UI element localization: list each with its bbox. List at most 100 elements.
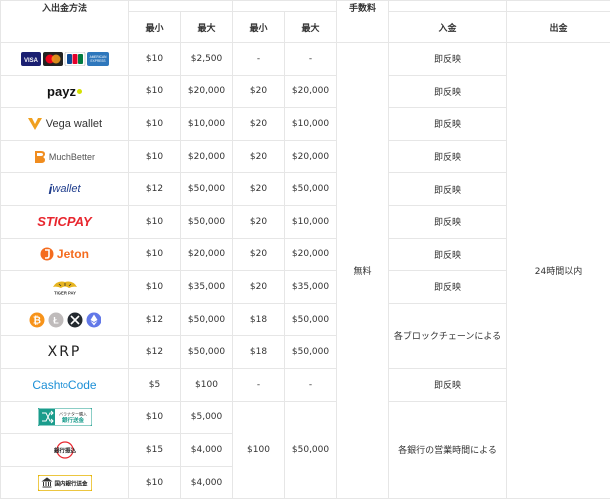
deposit-max: $4,000 — [181, 466, 233, 499]
withdraw-min: - — [233, 368, 285, 401]
domestic-bank-logo: 国内銀行送金 — [1, 466, 129, 499]
jeton-logo: Jeton — [1, 238, 129, 271]
jeton-icon — [40, 247, 54, 261]
header-method: 入出金方法 — [1, 1, 129, 43]
deposit-time: 即反映 — [389, 108, 507, 141]
deposit-time: 即反映 — [389, 238, 507, 271]
deposit-time: 即反映 — [389, 271, 507, 304]
crypto-deposit-time: 各ブロックチェーンによる — [389, 303, 507, 368]
litecoin-icon: Ł — [48, 312, 63, 327]
header-withdraw-time-top — [507, 1, 610, 12]
deposit-min: $10 — [129, 75, 181, 108]
withdraw-min: - — [233, 43, 285, 76]
bank-furikomi-icon: 銀行振込 — [47, 441, 83, 459]
crypto-logos: ₿ Ł — [1, 303, 129, 336]
withdraw-min: $20 — [233, 173, 285, 206]
svg-text:Ł: Ł — [53, 315, 59, 325]
svg-text:国内銀行送金: 国内銀行送金 — [54, 479, 88, 487]
header-deposit-time-top — [389, 1, 507, 12]
withdraw-min: $18 — [233, 336, 285, 369]
header-deposit-min: 最小 — [129, 12, 181, 43]
deposit-time: 即反映 — [389, 173, 507, 206]
deposit-withdrawal-table: 入出金方法 手数料 最小 最大 最小 最大 入金 出金 VISA — [0, 0, 610, 499]
withdraw-min: $20 — [233, 108, 285, 141]
bank-withdraw-max: $50,000 — [285, 401, 337, 499]
withdraw-min: $20 — [233, 205, 285, 238]
cards-logo: VISA AMERICAN EXPRESS — [1, 43, 129, 76]
deposit-max: $20,000 — [181, 75, 233, 108]
withdraw-max: $50,000 — [285, 303, 337, 336]
deposit-max: $100 — [181, 368, 233, 401]
deposit-max: $20,000 — [181, 238, 233, 271]
bank-transfer-logo: バラナター購入 銀行送金 — [1, 401, 129, 434]
svg-text:銀行送金: 銀行送金 — [61, 416, 84, 424]
deposit-min: $10 — [129, 205, 181, 238]
iwallet-logo: iwallet — [1, 173, 129, 206]
svg-text:TIGER PAY: TIGER PAY — [54, 290, 76, 295]
domestic-bank-icon: 国内銀行送金 — [38, 475, 92, 491]
svg-text:VISA: VISA — [23, 58, 38, 64]
xrp-logo: XRP — [1, 336, 129, 369]
withdraw-min: $20 — [233, 271, 285, 304]
deposit-time: 即反映 — [389, 43, 507, 76]
deposit-max: $2,500 — [181, 43, 233, 76]
deposit-min: $12 — [129, 173, 181, 206]
deposit-max: $4,000 — [181, 434, 233, 467]
withdraw-max: - — [285, 43, 337, 76]
deposit-min: $12 — [129, 336, 181, 369]
svg-text:バラナター購入: バラナター購入 — [59, 411, 87, 417]
withdraw-max: $10,000 — [285, 108, 337, 141]
header-deposit-time: 入金 — [389, 12, 507, 43]
bank-withdraw-min: $100 — [233, 401, 285, 499]
deposit-min: $10 — [129, 238, 181, 271]
vega-icon — [27, 117, 43, 131]
deposit-min: $10 — [129, 271, 181, 304]
withdraw-max: $20,000 — [285, 140, 337, 173]
deposit-max: $10,000 — [181, 108, 233, 141]
bank-furikomi-logo: 銀行振込 — [1, 434, 129, 467]
muchbetter-icon — [34, 150, 46, 164]
withdraw-max: - — [285, 368, 337, 401]
payz-logo: payz — [1, 75, 129, 108]
withdraw-time: 24時間以内 — [507, 43, 610, 499]
withdraw-max: $50,000 — [285, 173, 337, 206]
tiger-icon: TIGER PAY — [47, 278, 83, 296]
fee-value: 無料 — [337, 43, 389, 499]
sticpay-logo: STICPAY — [1, 205, 129, 238]
withdraw-min: $20 — [233, 75, 285, 108]
xrp-coin-icon — [67, 312, 82, 327]
header-withdraw-range — [233, 1, 337, 12]
deposit-min: $10 — [129, 401, 181, 434]
deposit-max: $50,000 — [181, 205, 233, 238]
withdraw-max: $20,000 — [285, 238, 337, 271]
table-row: VISA AMERICAN EXPRESS $10 $2,500 - - 無料 — [1, 43, 610, 76]
svg-text:₿: ₿ — [32, 314, 40, 326]
svg-text:銀行振込: 銀行振込 — [53, 446, 76, 454]
header-withdraw-min: 最小 — [233, 12, 285, 43]
tigerpay-logo: TIGER PAY — [1, 271, 129, 304]
bank-transfer-icon: バラナター購入 銀行送金 — [38, 408, 92, 426]
crypto-icons: ₿ Ł — [29, 312, 101, 328]
deposit-time: 即反映 — [389, 140, 507, 173]
deposit-min: $5 — [129, 368, 181, 401]
deposit-time: 即反映 — [389, 75, 507, 108]
withdraw-max: $50,000 — [285, 336, 337, 369]
deposit-max: $50,000 — [181, 173, 233, 206]
header-fee: 手数料 — [337, 1, 389, 43]
deposit-time: 即反映 — [389, 368, 507, 401]
svg-text:EXPRESS: EXPRESS — [90, 59, 105, 63]
withdraw-min: $20 — [233, 238, 285, 271]
credit-cards-icon: VISA AMERICAN EXPRESS — [21, 52, 109, 66]
header-withdraw-time: 出金 — [507, 12, 610, 43]
deposit-min: $10 — [129, 43, 181, 76]
withdraw-min: $20 — [233, 140, 285, 173]
header-deposit-range — [129, 1, 233, 12]
vega-wallet-logo: Vega wallet — [1, 108, 129, 141]
deposit-min: $10 — [129, 108, 181, 141]
deposit-max: $50,000 — [181, 336, 233, 369]
cashtocode-logo: CashtoCode — [1, 368, 129, 401]
header-withdraw-max: 最大 — [285, 12, 337, 43]
deposit-min: $12 — [129, 303, 181, 336]
withdraw-min: $18 — [233, 303, 285, 336]
withdraw-max: $20,000 — [285, 75, 337, 108]
